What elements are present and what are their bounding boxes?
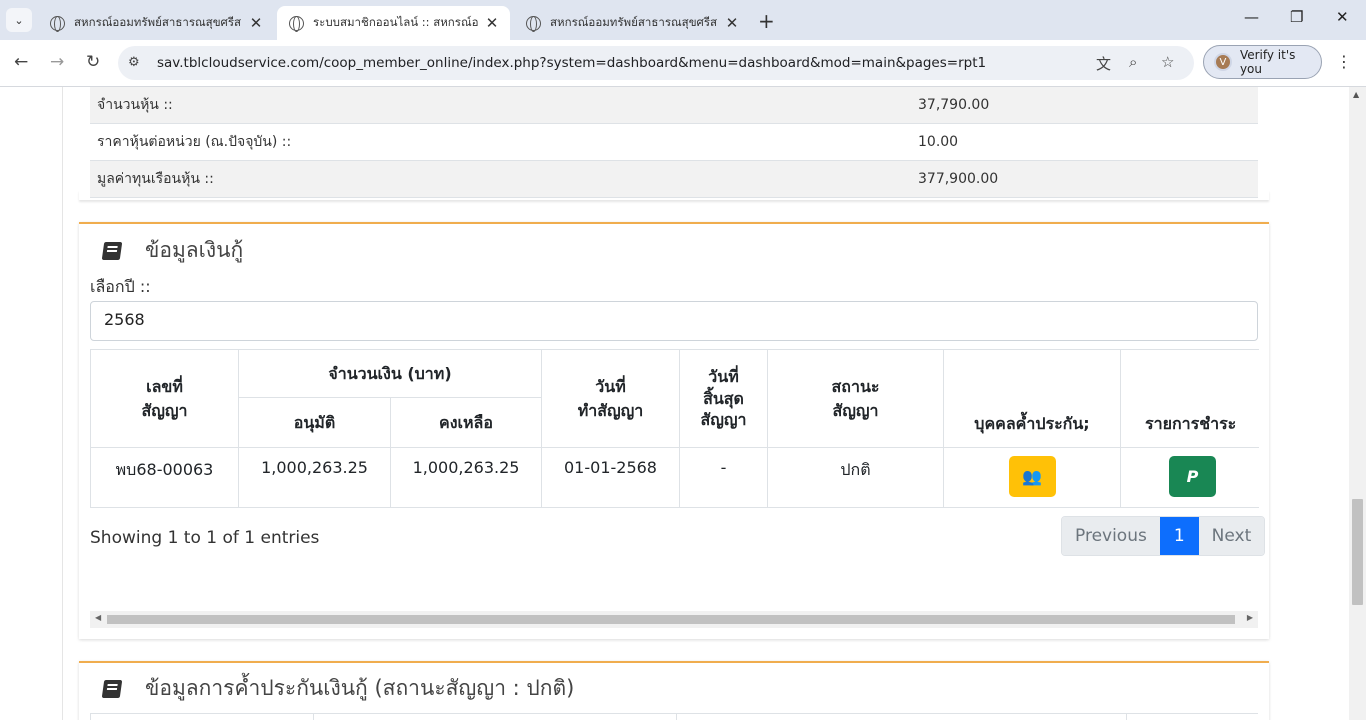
payments-button[interactable]: P (1169, 456, 1216, 497)
scroll-left-icon[interactable]: ◀ (95, 613, 101, 622)
cell-contract-no: พบ68-00063 (90, 447, 239, 508)
close-icon[interactable]: ✕ (484, 14, 500, 32)
close-icon[interactable]: ✕ (248, 14, 264, 32)
scroll-up-icon[interactable]: ▲ (1353, 90, 1359, 99)
col-contract-date: วันที่ ทำสัญญา (541, 349, 680, 448)
avatar: V (1214, 53, 1232, 71)
restore-icon[interactable]: ❐ (1290, 8, 1303, 26)
share-label: จำนวนหุ้น :: (97, 97, 173, 113)
browser-toolbar: ← → ↻ ⚙ sav.tblcloudservice.com/coop_mem… (0, 40, 1366, 87)
minimize-icon[interactable]: — (1244, 8, 1259, 26)
scroll-right-icon[interactable]: ▶ (1247, 613, 1253, 622)
browser-tab-strip: ⌄ สหกรณ์ออมทรัพย์สาธารณสุขศรีสะเกษ ✕ ระบ… (0, 0, 1366, 40)
close-icon[interactable]: ✕ (724, 14, 740, 32)
share-value: 37,790.00 (918, 97, 990, 113)
share-value: 10.00 (918, 134, 959, 150)
tab-title: ระบบสมาชิกออนไลน์ :: สหกรณ์ออมทรัพย์ (313, 15, 478, 29)
globe-icon (50, 15, 65, 32)
tab-1[interactable]: สหกรณ์ออมทรัพย์สาธารณสุขศรีสะเกษ ✕ (38, 6, 274, 40)
share-label: มูลค่าทุนเรือนหุ้น :: (97, 171, 214, 187)
page-vertical-scrollbar[interactable]: ▲ (1349, 87, 1366, 720)
tab-2-active[interactable]: ระบบสมาชิกออนไลน์ :: สหกรณ์ออมทรัพย์ ✕ (277, 6, 510, 40)
site-info-icon[interactable]: ⚙ (128, 55, 140, 70)
forward-icon[interactable]: → (50, 52, 64, 72)
verify-label: Verify it's you (1239, 48, 1296, 76)
col-balance: คงเหลือ (390, 397, 542, 448)
pager-page-1[interactable]: 1 (1159, 517, 1199, 555)
share-card-bottom (79, 190, 1269, 200)
loan-card: ข้อมูลเงินกู้ เลือกปี :: 2568 เลขที่ สัญญ… (79, 222, 1269, 639)
tab-title: สหกรณ์ออมทรัพย์สาธารณสุขศรีสะเกษ (550, 15, 718, 29)
cell-date: 01-01-2568 (541, 447, 680, 508)
book-icon (101, 241, 123, 260)
cell-status: ปกติ (767, 447, 944, 508)
pager-previous[interactable]: Previous (1062, 517, 1160, 555)
cell-approved: 1,000,263.25 (238, 447, 391, 508)
pagination: Previous 1 Next (1061, 516, 1266, 556)
menu-icon[interactable]: ⋮ (1336, 52, 1352, 71)
table-info: Showing 1 to 1 of 1 entries (90, 528, 320, 548)
table-row: จำนวนหุ้น :: 37,790.00 (90, 87, 1258, 124)
address-bar[interactable]: ⚙ sav.tblcloudservice.com/coop_member_on… (118, 46, 1194, 80)
share-value: 377,900.00 (918, 171, 999, 187)
col-contract-no: เลขที่ สัญญา (90, 349, 239, 448)
globe-icon (526, 15, 541, 32)
col-status: สถานะ สัญญา (767, 349, 944, 448)
table-horizontal-scrollbar[interactable]: ◀ ▶ (90, 611, 1258, 628)
url-text[interactable]: sav.tblcloudservice.com/coop_member_onli… (157, 55, 986, 71)
col-guarantor: บุคคลค้ำประกัน; (943, 349, 1121, 448)
col-payments: รายการชำระ (1120, 349, 1259, 448)
guarantee-table-top (90, 713, 1258, 720)
book-icon (101, 679, 123, 698)
translate-icon[interactable]: 文 (1096, 53, 1111, 74)
paypal-icon: P (1186, 467, 1199, 486)
guarantor-button[interactable]: 👥 (1008, 456, 1056, 497)
table-row: พบ68-00063 1,000,263.25 1,000,263.25 01-… (90, 447, 1259, 508)
cell-guarantor: 👥 (943, 447, 1121, 508)
tab-search-chevron-icon[interactable]: ⌄ (6, 8, 32, 32)
window-close-icon[interactable]: ✕ (1336, 8, 1349, 26)
globe-icon (289, 15, 304, 32)
loan-table: เลขที่ สัญญา จำนวนเงิน (บาท) วันที่ ทำสัญญ… (90, 349, 1259, 508)
share-table: จำนวนหุ้น :: 37,790.00 ราคาหุ้นต่อหน่วย … (90, 87, 1258, 198)
cell-end-date: - (679, 447, 768, 508)
verify-profile-button[interactable]: V Verify it's you (1203, 45, 1322, 79)
tab-3[interactable]: สหกรณ์ออมทรัพย์สาธารณสุขศรีสะเกษ ✕ (514, 6, 750, 40)
col-approved: อนุมัติ (238, 397, 391, 448)
back-icon[interactable]: ← (14, 52, 28, 72)
pager-next[interactable]: Next (1198, 517, 1265, 555)
page-viewport: จำนวนหุ้น :: 37,790.00 ราคาหุ้นต่อหน่วย … (0, 87, 1349, 720)
guarantee-card-header: ข้อมูลการค้ำประกันเงินกู้ (สถานะสัญญา : … (101, 672, 575, 705)
table-row: ราคาหุ้นต่อหน่วย (ณ.ปัจจุบัน) :: 10.00 (90, 124, 1258, 161)
scroll-thumb[interactable] (107, 615, 1235, 624)
share-label: ราคาหุ้นต่อหน่วย (ณ.ปัจจุบัน) :: (97, 134, 292, 150)
year-label: เลือกปี :: (90, 277, 151, 296)
cell-payments: P (1120, 447, 1259, 508)
new-tab-plus-icon[interactable]: + (758, 9, 775, 33)
tab-title: สหกรณ์ออมทรัพย์สาธารณสุขศรีสะเกษ (74, 15, 242, 29)
col-amount: จำนวนเงิน (บาท) (238, 349, 542, 398)
page-divider (62, 87, 63, 720)
loan-title: ข้อมูลเงินกู้ (145, 238, 244, 262)
zoom-icon[interactable]: ⌕ (1129, 53, 1137, 71)
col-end-date: วันที่ สิ้นสุด สัญญา (679, 349, 768, 448)
loan-card-header: ข้อมูลเงินกู้ (101, 234, 244, 267)
guarantee-card: ข้อมูลการค้ำประกันเงินกู้ (สถานะสัญญา : … (79, 661, 1269, 720)
reload-icon[interactable]: ↻ (86, 52, 100, 72)
guarantee-title: ข้อมูลการค้ำประกันเงินกู้ (สถานะสัญญา : … (145, 676, 575, 700)
year-select[interactable]: 2568 (90, 301, 1258, 341)
scroll-thumb[interactable] (1352, 499, 1363, 605)
star-icon[interactable]: ☆ (1161, 53, 1174, 71)
users-icon: 👥 (1022, 467, 1042, 486)
cell-balance: 1,000,263.25 (390, 447, 542, 508)
